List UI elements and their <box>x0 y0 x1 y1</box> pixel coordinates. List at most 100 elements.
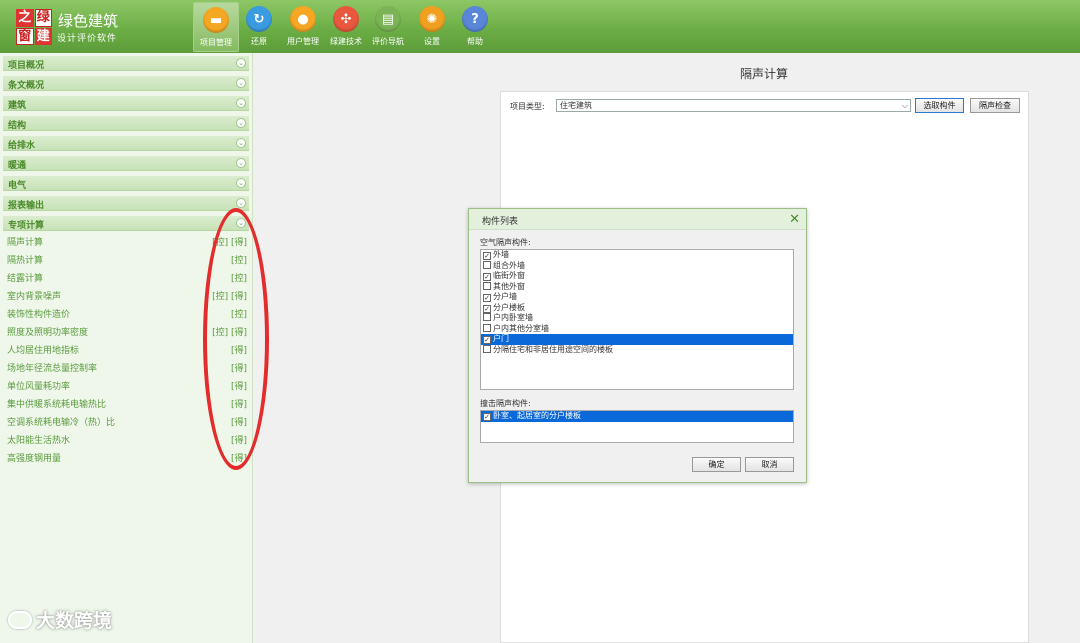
checkbox[interactable] <box>483 260 491 269</box>
gear-icon: ✺ <box>419 6 445 32</box>
sidebar-category[interactable]: 报表输出 ⌄ <box>3 196 249 211</box>
sidebar-category[interactable]: 电气 ⌄ <box>3 176 249 191</box>
chevron-down-icon: ⌄ <box>236 178 246 188</box>
checkbox[interactable]: ✓ <box>483 252 491 260</box>
sidebar-category[interactable]: 专项计算 ⌄ <box>3 216 249 231</box>
sidebar-item-label: 空调系统耗电输冷（热）比 <box>7 418 116 428</box>
app-subtitle: 设计评价软件 <box>57 34 118 44</box>
toolbar-button[interactable]: ✣ 绿建技术 <box>323 2 369 52</box>
sidebar-category[interactable]: 条文概况 ⌄ <box>3 76 249 91</box>
sidebar-item[interactable]: 太阳能生活热水 [得] <box>7 433 247 447</box>
list-item[interactable]: 户内其他分室墙 <box>481 323 793 335</box>
sidebar-item-label: 人均居住用地指标 <box>7 346 80 356</box>
list-item-label: 户内卧室墙 <box>493 313 533 322</box>
list-item-label: 临街外窗 <box>493 271 525 280</box>
toolbar-button-label: 用户管理 <box>287 37 319 46</box>
toolbar-button-label: 还原 <box>251 37 267 46</box>
chevron-down-icon: ⌵ <box>901 101 908 110</box>
select-components-button[interactable]: 选取构件 <box>915 98 964 113</box>
sidebar-category[interactable]: 暖通 ⌄ <box>3 156 249 171</box>
list-item-label: 分户墙 <box>493 292 517 301</box>
project-type-value: 住宅建筑 <box>560 101 592 110</box>
list-item-label: 组合外墙 <box>493 260 525 270</box>
sidebar-item-label: 单位风量耗功率 <box>7 382 71 392</box>
project-type-select[interactable]: 住宅建筑 ⌵ <box>556 99 911 112</box>
list-item-label: 卧室、起居室的分户楼板 <box>493 411 581 420</box>
list-item[interactable]: 其他外窗 <box>481 281 793 293</box>
sidebar-category-label: 项目概况 <box>8 61 45 71</box>
list-item[interactable]: 户内卧室墙 <box>481 313 793 324</box>
sidebar-item[interactable]: 隔声计算 [控] [得] <box>7 235 247 249</box>
toolbar-button-label: 设置 <box>424 37 440 46</box>
checkbox[interactable]: ✓ <box>483 336 491 344</box>
list-item-label: 户门 <box>493 334 509 343</box>
air-sound-listbox[interactable]: ✓ 外墙 组合外墙 ✓ 临街外窗 其他外窗 ✓ 分户墙 ✓ 分户楼板 户内卧室墙 户内其他分室墙 ✓ 户门… <box>480 249 794 390</box>
checkbox[interactable] <box>483 323 491 332</box>
list-item[interactable]: ✓ 临街外窗 <box>481 271 793 282</box>
list-item[interactable]: 分隔住宅和非居住用途空间的楼板 <box>481 344 793 356</box>
toolbar-button-label: 帮助 <box>467 37 483 46</box>
sidebar-category[interactable]: 项目概况 ⌄ <box>3 56 249 71</box>
book-icon: ▤ <box>375 6 401 32</box>
list-item[interactable]: ✓ 分户楼板 <box>481 303 793 314</box>
checkbox[interactable]: ✓ <box>483 294 491 302</box>
list-item[interactable]: ✓ 外墙 <box>481 250 793 261</box>
sidebar-item-label: 隔声计算 <box>7 238 44 248</box>
impact-sound-label: 撞击隔声构件: <box>480 399 531 408</box>
watermark-text: 大数跨境 <box>36 610 113 632</box>
sidebar-category-label: 报表输出 <box>8 201 45 211</box>
sidebar-item-label: 室内背景噪声 <box>7 292 62 302</box>
app-logo: 之 绿 窗 建 <box>16 9 52 45</box>
toolbar-button-label: 项目管理 <box>200 38 232 47</box>
page-title: 隔声计算 <box>740 67 789 81</box>
cancel-button[interactable]: 取消 <box>745 457 794 472</box>
sidebar-category[interactable]: 给排水 ⌄ <box>3 136 249 151</box>
list-item[interactable]: ✓ 卧室、起居室的分户楼板 <box>481 411 793 422</box>
toolbar-button[interactable]: ↻ 还原 <box>236 2 282 52</box>
toolbar-button[interactable]: ✺ 设置 <box>409 2 455 52</box>
watermark-logo-icon <box>8 611 32 629</box>
chevron-down-icon: ⌄ <box>236 118 246 128</box>
toolbar-button-label: 绿建技术 <box>330 37 362 46</box>
logo-char: 绿 <box>34 9 52 27</box>
checkbox[interactable]: ✓ <box>483 304 491 313</box>
logo-char: 窗 <box>16 27 34 45</box>
refresh-icon: ↻ <box>246 6 272 32</box>
chevron-down-icon: ⌄ <box>236 198 246 208</box>
user-icon: ● <box>290 6 316 32</box>
toolbar-button[interactable]: ▬ 项目管理 <box>193 2 239 52</box>
sidebar-item[interactable]: 高强度钢用量 [得] <box>7 451 247 465</box>
sidebar-category-label: 给排水 <box>8 141 36 151</box>
sound-check-button[interactable]: 隔声检查 <box>970 98 1020 113</box>
sidebar-category[interactable]: 结构 ⌄ <box>3 116 249 131</box>
toolbar-button[interactable]: ● 用户管理 <box>280 2 326 52</box>
sidebar-item-label: 照度及照明功率密度 <box>7 328 89 338</box>
sidebar-item-label: 集中供暖系统耗电输热比 <box>7 400 107 410</box>
list-item[interactable]: ✓ 分户墙 <box>481 292 793 303</box>
checkbox[interactable]: ✓ <box>483 273 491 281</box>
impact-sound-listbox[interactable]: ✓ 卧室、起居室的分户楼板 <box>480 410 794 443</box>
checkbox[interactable] <box>483 281 491 290</box>
list-item[interactable]: ✓ 户门 <box>481 334 793 345</box>
list-item-label: 其他外窗 <box>493 281 525 291</box>
annotation-ellipse <box>203 208 269 470</box>
ok-button[interactable]: 确定 <box>692 457 741 472</box>
list-item-label: 户内其他分室墙 <box>493 323 549 333</box>
toolbar-button[interactable]: ? 帮助 <box>452 2 498 52</box>
checkbox[interactable] <box>483 344 491 353</box>
watermark: 大数跨境 <box>8 606 112 633</box>
molecule-icon: ✣ <box>333 6 359 32</box>
sidebar-category[interactable]: 建筑 ⌄ <box>3 96 249 111</box>
sidebar-item-label: 高强度钢用量 <box>7 454 62 464</box>
chevron-down-icon: ⌄ <box>236 58 246 68</box>
sidebar-category-label: 结构 <box>8 121 27 131</box>
toolbar-button[interactable]: ▤ 评价导航 <box>365 2 411 52</box>
close-icon[interactable]: ✕ <box>789 212 800 227</box>
checkbox[interactable] <box>483 313 491 321</box>
checkbox[interactable]: ✓ <box>483 413 491 421</box>
sidebar-category-label: 条文概况 <box>8 81 45 91</box>
list-item[interactable]: 组合外墙 <box>481 260 793 272</box>
sidebar-category-label: 专项计算 <box>8 221 45 231</box>
sidebar-item-label: 隔热计算 <box>7 256 44 266</box>
logo-char: 之 <box>16 9 34 27</box>
